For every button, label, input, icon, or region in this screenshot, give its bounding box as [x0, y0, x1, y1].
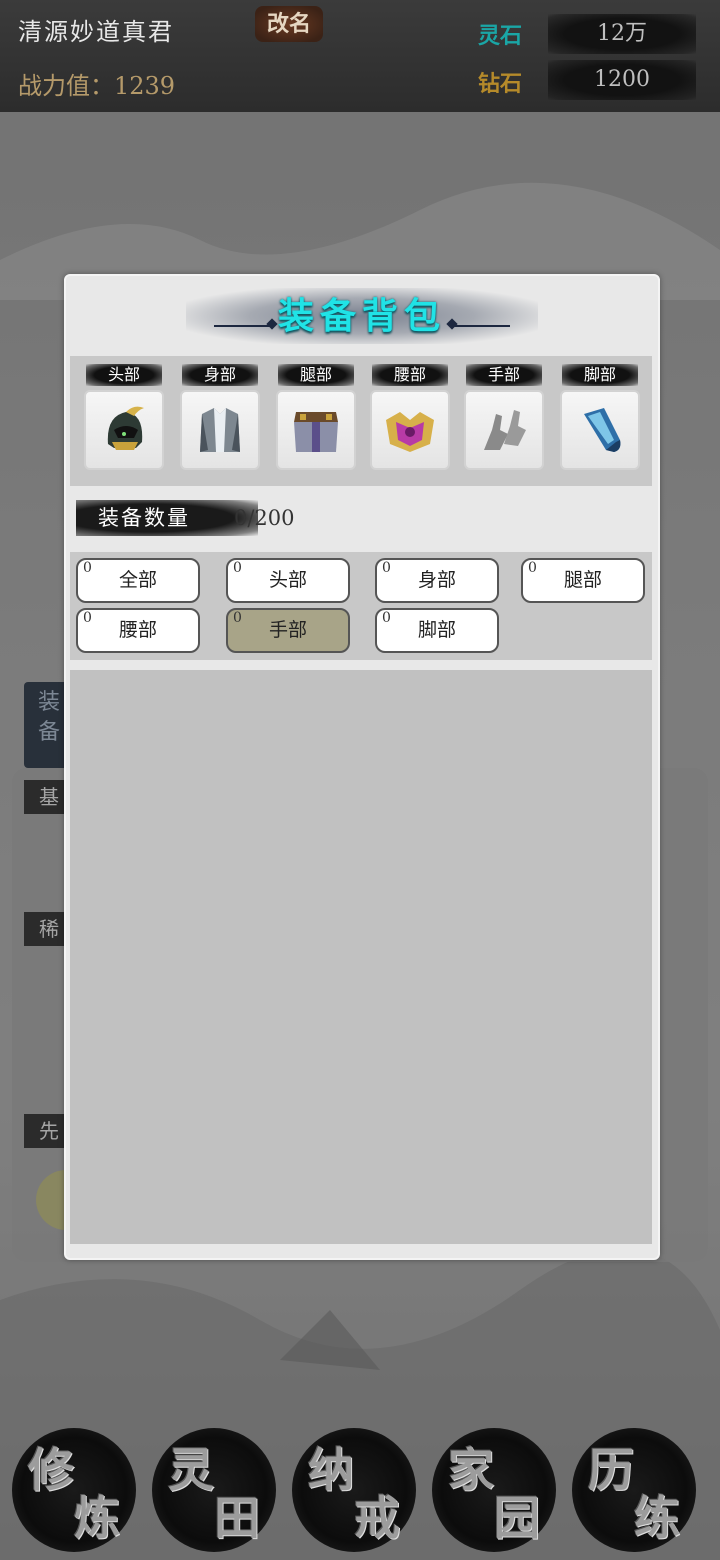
filter-label: 全部 [118, 569, 157, 591]
slot-label: 头部 [86, 364, 162, 386]
filter-count: 0 [233, 560, 242, 576]
leg-armor-icon [294, 412, 338, 452]
equipment-bag-modal: 装备背包 头部 身部 腿部 腰部 手部 脚部 装备数量 0/200 0 全部 0… [64, 274, 660, 1260]
gloves-icon [484, 410, 526, 450]
equipment-count-label: 装备数量 [76, 500, 258, 536]
filter-count: 0 [83, 610, 92, 626]
slot-box[interactable] [84, 390, 164, 470]
slot-label: 腰部 [372, 364, 448, 386]
rename-button[interactable]: 改名 [255, 6, 323, 42]
nav-char-top: 家 [448, 1443, 494, 1497]
filter-body[interactable]: 0 身部 [375, 558, 499, 603]
filter-label: 头部 [268, 569, 307, 591]
nav-char-bottom: 园 [494, 1491, 540, 1545]
nav-cultivate-button[interactable]: 修 炼 [12, 1428, 136, 1552]
belt-icon [386, 412, 434, 452]
armor-icon [200, 408, 240, 452]
modal-title: 装备背包 [277, 295, 446, 337]
filter-all[interactable]: 0 全部 [76, 558, 200, 603]
nav-char-bottom: 练 [634, 1491, 680, 1545]
nav-char-top: 纳 [308, 1443, 354, 1497]
filter-count: 0 [528, 560, 537, 576]
nav-storage-ring-button[interactable]: 纳 戒 [292, 1428, 416, 1552]
nav-training-button[interactable]: 历 练 [572, 1428, 696, 1552]
filter-count: 0 [382, 560, 391, 576]
filter-feet[interactable]: 0 脚部 [375, 608, 499, 653]
combat-power: 战力值：1239 [18, 72, 176, 100]
lingshi-label: 灵石 [478, 23, 523, 49]
nav-char-top: 历 [588, 1443, 634, 1497]
nav-char-bottom: 田 [214, 1491, 260, 1545]
slot-box[interactable] [276, 390, 356, 470]
filter-legs[interactable]: 0 腿部 [521, 558, 645, 603]
nav-char-bottom: 炼 [74, 1491, 120, 1545]
slot-box[interactable] [560, 390, 640, 470]
helmet-icon [107, 406, 144, 450]
slot-box[interactable] [464, 390, 544, 470]
filter-waist[interactable]: 0 腰部 [76, 608, 200, 653]
filter-tabs: 0 全部 0 头部 0 身部 0 腿部 0 腰部 0 手部 0 脚部 [70, 552, 652, 660]
slot-label: 身部 [182, 364, 258, 386]
zuanshi-value: 1200 [548, 60, 696, 100]
nav-char-bottom: 戒 [354, 1491, 400, 1545]
filter-count: 0 [233, 610, 242, 626]
boots-icon [584, 408, 621, 452]
filter-head[interactable]: 0 头部 [226, 558, 350, 603]
equipment-slots: 头部 身部 腿部 腰部 手部 脚部 [70, 356, 652, 486]
slot-label: 脚部 [562, 364, 638, 386]
filter-count: 0 [382, 610, 391, 626]
zuanshi-label: 钻石 [478, 71, 523, 97]
nav-char-top: 灵 [168, 1443, 214, 1497]
filter-label: 腰部 [118, 619, 157, 641]
top-status-bar: 清源妙道真君 改名 战力值：1239 灵石 12万 钻石 1200 [0, 0, 720, 112]
nav-char-top: 修 [28, 1443, 74, 1497]
equipment-count-value: 0/200 [234, 506, 295, 530]
filter-label: 手部 [268, 619, 307, 641]
slot-box[interactable] [370, 390, 450, 470]
player-name: 清源妙道真君 [18, 18, 174, 46]
filter-hands[interactable]: 0 手部 [226, 608, 350, 653]
filter-label: 腿部 [563, 569, 602, 591]
slot-label: 腿部 [278, 364, 354, 386]
nav-homestead-button[interactable]: 家 园 [432, 1428, 556, 1552]
equipment-list[interactable] [70, 670, 652, 1244]
filter-label: 身部 [417, 569, 456, 591]
filter-label: 脚部 [417, 619, 456, 641]
slot-box[interactable] [180, 390, 260, 470]
nav-spirit-field-button[interactable]: 灵 田 [152, 1428, 276, 1552]
modal-title-banner: 装备背包 [186, 288, 538, 344]
lingshi-value: 12万 [548, 14, 696, 54]
slot-label: 手部 [466, 364, 542, 386]
filter-count: 0 [83, 560, 92, 576]
